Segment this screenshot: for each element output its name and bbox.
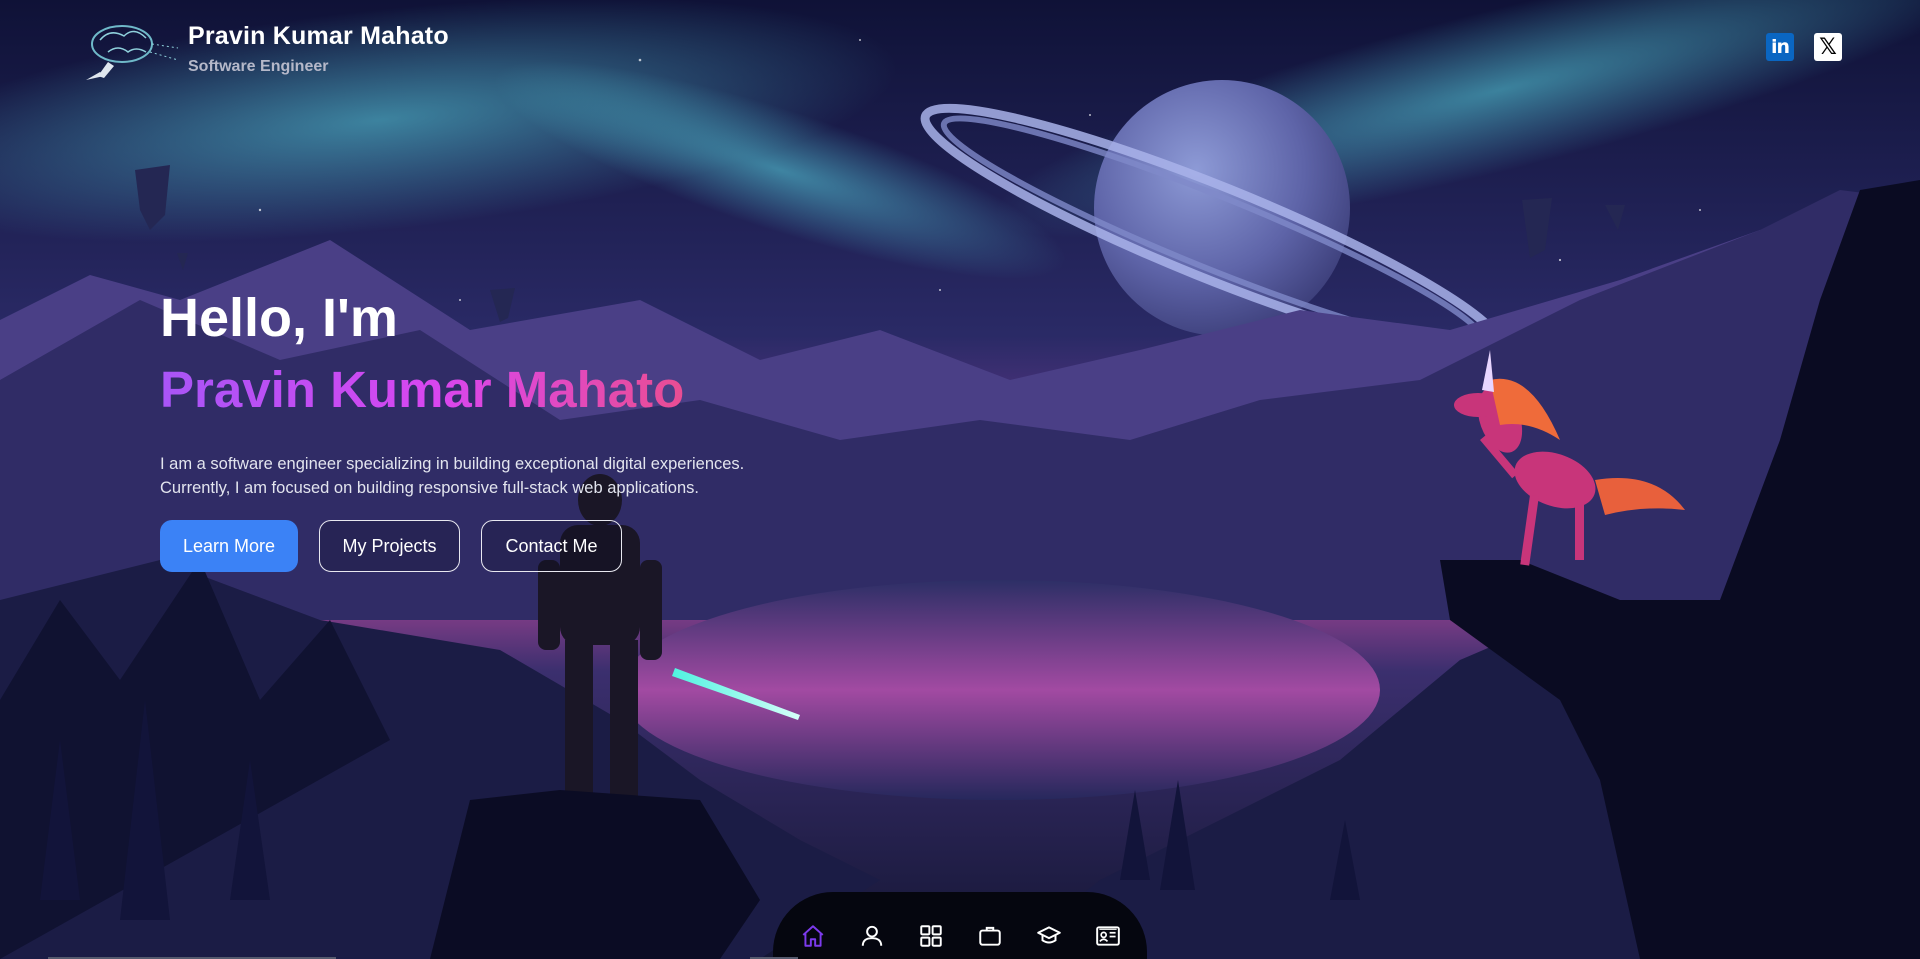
contact-me-button[interactable]: Contact Me <box>481 520 622 572</box>
bottom-nav-dock <box>773 892 1147 959</box>
brand-name: Pravin Kumar Mahato <box>188 22 449 50</box>
briefcase-icon <box>978 926 1001 946</box>
linkedin-icon: in <box>1770 36 1790 58</box>
greeting-heading: Hello, I'm <box>160 288 398 348</box>
my-projects-button[interactable]: My Projects <box>319 520 460 572</box>
contact-card-icon <box>1095 926 1120 946</box>
hero-name: Pravin Kumar Mahato <box>160 358 780 422</box>
social-links: in 𝕏 <box>1766 33 1842 61</box>
brand[interactable]: Pravin Kumar Mahato Software Engineer <box>78 18 449 84</box>
nav-home[interactable] <box>795 922 830 950</box>
brand-role: Software Engineer <box>188 58 329 75</box>
nav-contact[interactable] <box>1090 922 1125 950</box>
user-icon <box>861 925 882 946</box>
nav-about[interactable] <box>854 922 889 950</box>
x-link[interactable]: 𝕏 <box>1814 33 1842 61</box>
landing-page: Pravin Kumar Mahato Software Engineer in… <box>0 0 1920 959</box>
hero-section: Hello, I'm Pravin Kumar Mahato I am a so… <box>160 286 780 572</box>
nav-education[interactable] <box>1031 922 1066 950</box>
nav-projects[interactable] <box>972 922 1007 950</box>
brain-circuit-logo-icon <box>86 25 179 80</box>
learn-more-button[interactable]: Learn More <box>160 520 298 572</box>
home-icon <box>802 925 823 947</box>
graduation-cap-icon <box>1036 926 1061 944</box>
linkedin-link[interactable]: in <box>1766 33 1794 61</box>
intro-text: I am a software engineer specializing in… <box>160 455 745 497</box>
nav-skills[interactable] <box>913 922 948 950</box>
hero-buttons: Learn More My Projects Contact Me <box>160 520 780 572</box>
grid-icon <box>919 925 942 947</box>
x-icon: 𝕏 <box>1819 34 1837 60</box>
